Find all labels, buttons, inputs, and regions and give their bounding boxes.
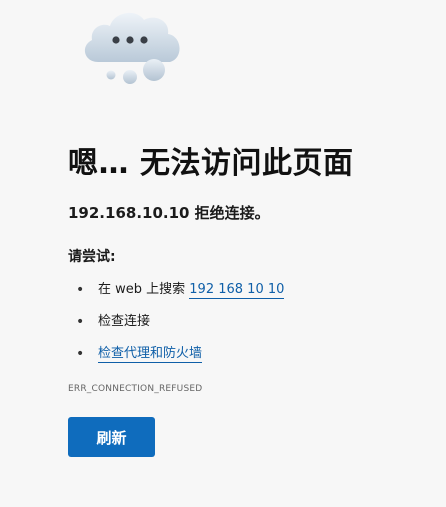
search-web-link[interactable]: 192 168 10 10 — [189, 282, 285, 299]
suggestion-search-prefix: 在 web 上搜索 — [98, 282, 190, 297]
suggestion-search-web: 在 web 上搜索 192 168 10 10 — [68, 276, 428, 308]
refresh-button[interactable]: 刷新 — [68, 417, 155, 457]
suggestions-list: 在 web 上搜索 192 168 10 10 检查连接 检查代理和防火墙 — [68, 276, 428, 372]
suggestion-check-connection-text: 检查连接 — [98, 314, 151, 329]
error-code: ERR_CONNECTION_REFUSED — [68, 384, 203, 394]
suggestion-check-proxy: 检查代理和防火墙 — [68, 340, 428, 372]
check-proxy-firewall-link[interactable]: 检查代理和防火墙 — [98, 346, 203, 363]
page-title: 嗯… 无法访问此页面 — [68, 146, 354, 181]
error-page: 嗯… 无法访问此页面 192.168.10.10 拒绝连接。 请尝试: 在 we… — [0, 0, 446, 507]
suggestion-check-connection: 检查连接 — [68, 308, 428, 340]
cloud-with-dots-icon — [84, 12, 180, 84]
error-description: 192.168.10.10 拒绝连接。 — [68, 204, 270, 222]
try-label: 请尝试: — [68, 249, 116, 265]
